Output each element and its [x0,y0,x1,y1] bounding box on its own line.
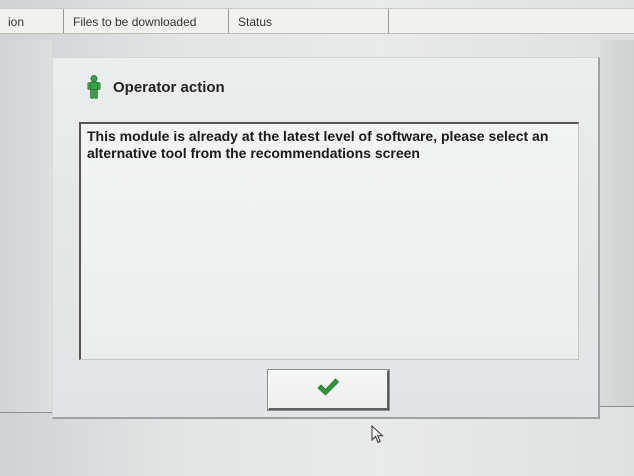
table-header: ion Files to be downloaded Status [0,8,634,34]
person-icon [87,75,101,99]
mouse-pointer-icon [371,424,385,445]
ok-button[interactable] [268,370,389,410]
dialog-header: Operator action [87,74,225,100]
checkmark-icon [316,377,340,402]
underlying-window-right [600,40,634,407]
column-header-files-to-be-downloaded[interactable]: Files to be downloaded [64,9,229,33]
column-header-operation[interactable]: ion [0,9,64,33]
message-box: This module is already at the latest lev… [79,122,579,360]
column-header-empty[interactable] [389,9,634,33]
column-header-status[interactable]: Status [229,9,389,33]
underlying-window-left [0,40,52,413]
message-text: This module is already at the latest lev… [87,128,549,161]
dialog-title: Operator action [113,78,225,96]
operator-action-dialog: Operator action This module is already a… [52,57,600,419]
